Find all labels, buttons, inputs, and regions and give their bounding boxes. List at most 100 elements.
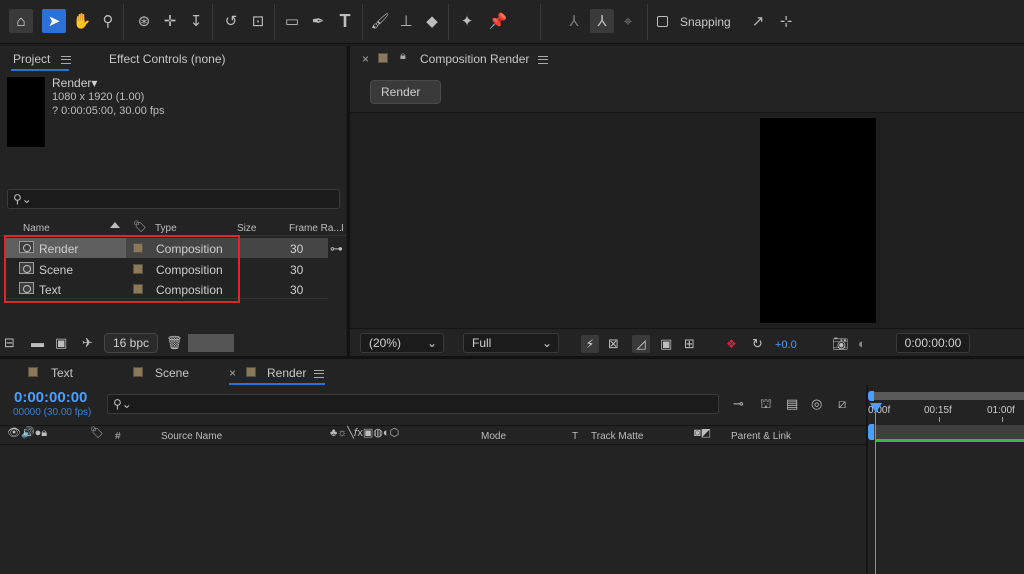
home-icon[interactable]: ⌂: [9, 9, 33, 33]
selection-tool-icon[interactable]: ➤: [42, 9, 66, 33]
flowchart-icon[interactable]: ⊶: [330, 241, 343, 257]
magnification-dropdown[interactable]: (20%) ⌄: [360, 333, 444, 353]
column-extra[interactable]: I: [341, 223, 344, 234]
pan-camera-icon[interactable]: ✛: [158, 9, 182, 33]
label-column-icon[interactable]: 🏷: [90, 428, 104, 439]
render-queue-icon[interactable]: ✈: [82, 336, 93, 349]
interpret-footage-icon[interactable]: ⊟: [4, 336, 15, 349]
type-tool-icon[interactable]: T: [333, 9, 357, 33]
column-mode[interactable]: Mode: [481, 431, 506, 442]
selection-highlight: [4, 235, 240, 303]
item-frame-rate: 30: [290, 283, 304, 297]
comp-start-handle[interactable]: [868, 424, 874, 440]
new-composition-icon[interactable]: ▣: [55, 336, 67, 349]
bpc-button[interactable]: 16 bpc: [104, 333, 158, 353]
world-axis-icon[interactable]: ⅄: [590, 9, 614, 33]
close-icon[interactable]: ×: [362, 52, 369, 66]
rectangle-tool-icon[interactable]: ▭: [280, 9, 304, 33]
snapping-checkbox[interactable]: [657, 16, 668, 27]
layer-switches-icon[interactable]: ♣☼╲𝑓x▣◍◐⬡: [330, 428, 399, 439]
comp-name[interactable]: Render▾: [52, 76, 97, 90]
column-t[interactable]: T: [572, 431, 578, 442]
column-type[interactable]: Type: [155, 223, 177, 234]
sort-ascending-icon[interactable]: [110, 222, 120, 228]
new-folder-icon[interactable]: ▬: [31, 336, 44, 349]
color-channels-icon[interactable]: ❖: [726, 337, 737, 351]
puppet-pin-icon[interactable]: 📌: [486, 9, 510, 33]
work-area-start-handle[interactable]: [868, 391, 874, 401]
label-column-icon[interactable]: 🏷: [133, 220, 147, 233]
show-snapshot-icon[interactable]: ◐: [858, 337, 866, 350]
trash-icon[interactable]: 🗑: [166, 336, 183, 349]
timeline-tab-render[interactable]: Render: [267, 366, 306, 380]
render-button[interactable]: Render: [370, 80, 441, 104]
composition-tab-title[interactable]: Composition Render: [420, 52, 529, 66]
tab-project[interactable]: Project: [13, 52, 50, 66]
timeline-search-input[interactable]: ⚲⌄: [107, 394, 719, 414]
hand-tool-icon[interactable]: ✋: [70, 9, 94, 33]
label-swatch: [378, 53, 388, 63]
column-size[interactable]: Size: [237, 223, 256, 234]
pan-behind-icon[interactable]: ⊡: [246, 9, 270, 33]
timeline-tab-scene[interactable]: Scene: [155, 366, 189, 380]
timeline-current-time[interactable]: 0:00:00:00: [14, 389, 87, 406]
dolly-camera-icon[interactable]: ↧: [184, 9, 208, 33]
tab-effect-controls[interactable]: Effect Controls (none): [109, 52, 226, 66]
timeline-tab-text[interactable]: Text: [51, 366, 73, 380]
snap-edges-icon[interactable]: ↗: [746, 9, 770, 33]
motion-blur-icon[interactable]: ◎: [811, 397, 822, 410]
brush-tool-icon[interactable]: 🖌: [368, 9, 392, 33]
grid-guides-icon[interactable]: ⊞: [684, 337, 695, 350]
column-frame-rate[interactable]: Frame Ra...: [289, 223, 342, 234]
matte-icons[interactable]: ◙◩: [694, 428, 711, 439]
reset-exposure-icon[interactable]: ↻: [752, 337, 763, 350]
composition-viewer[interactable]: [350, 113, 1024, 328]
view-axis-icon[interactable]: ⌖: [616, 9, 640, 33]
search-icon: ⚲⌄: [13, 192, 32, 206]
comp-canvas[interactable]: [760, 118, 876, 323]
item-frame-rate: 30: [290, 242, 304, 256]
region-of-interest-icon[interactable]: ▣: [660, 337, 672, 350]
comp-duration-bar[interactable]: [870, 425, 1024, 439]
work-area-bar[interactable]: [870, 392, 1024, 400]
fast-previews-icon[interactable]: ⚡: [581, 335, 599, 353]
column-source-name[interactable]: Source Name: [161, 431, 222, 442]
transparency-grid-icon[interactable]: ⊠: [608, 337, 619, 350]
local-axis-icon[interactable]: ⅄: [562, 9, 586, 33]
lock-icon[interactable]: 🔒︎: [400, 50, 406, 63]
current-time-field[interactable]: 0:00:00:00: [896, 333, 970, 353]
column-track-matte[interactable]: Track Matte: [591, 431, 643, 442]
comp-thumbnail: [7, 77, 45, 147]
current-time-indicator[interactable]: [875, 411, 876, 574]
clone-stamp-icon[interactable]: ⊥: [394, 9, 418, 33]
frame-blending-icon[interactable]: ▤: [786, 397, 798, 410]
close-icon[interactable]: ×: [229, 366, 236, 380]
composition-menu-icon[interactable]: [538, 56, 548, 64]
label-swatch: [133, 367, 143, 377]
shy-layers-icon[interactable]: ⛫: [760, 397, 772, 410]
playhead-icon[interactable]: [870, 403, 882, 413]
project-menu-icon[interactable]: [61, 56, 71, 64]
orbit-camera-icon[interactable]: ⊛: [132, 9, 156, 33]
comp-mini-flowchart-icon[interactable]: ⊸: [733, 397, 744, 410]
column-name[interactable]: Name: [23, 223, 50, 234]
timeline-panel: Text Scene × Render 0:00:00:00 00000 (30…: [0, 359, 1024, 574]
pen-tool-icon[interactable]: ✒: [306, 9, 330, 33]
roto-brush-icon[interactable]: ✦: [455, 9, 479, 33]
project-search-input[interactable]: ⚲⌄: [7, 189, 340, 209]
snapshot-camera-icon[interactable]: 📷︎: [832, 337, 849, 350]
layer-list[interactable]: [0, 446, 866, 574]
eraser-tool-icon[interactable]: ◆: [420, 9, 444, 33]
mask-visibility-icon[interactable]: ◿: [632, 335, 650, 353]
resolution-dropdown[interactable]: Full ⌄: [463, 333, 559, 353]
column-parent-link[interactable]: Parent & Link: [731, 431, 791, 442]
rotate-tool-icon[interactable]: ↺: [219, 9, 243, 33]
av-features-icon[interactable]: 👁🔊●🔒︎: [7, 428, 47, 439]
graph-editor-icon[interactable]: ⧄: [838, 397, 846, 410]
snap-features-icon[interactable]: ⊹: [774, 9, 798, 33]
column-number[interactable]: #: [115, 431, 121, 442]
zoom-tool-icon[interactable]: ⚲: [96, 9, 120, 33]
exposure-value[interactable]: +0.0: [775, 339, 797, 351]
thumbnail-bg-swatch[interactable]: [188, 334, 234, 352]
timeline-menu-icon[interactable]: [314, 370, 324, 378]
